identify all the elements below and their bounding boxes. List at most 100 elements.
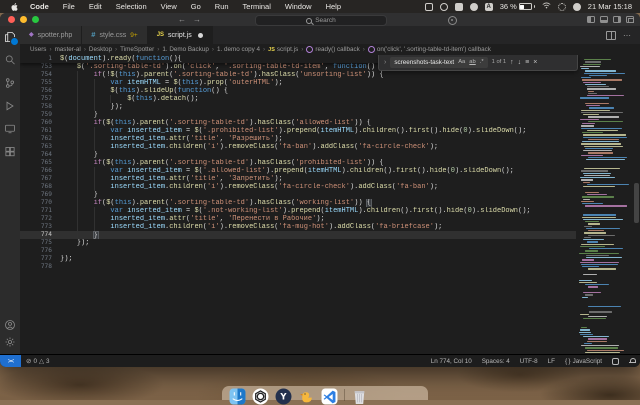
menubar-clock[interactable]: 21 Mar 15:18 bbox=[588, 2, 632, 11]
code-editor[interactable]: 1 $(document).ready(function(){753 $('.so… bbox=[20, 55, 640, 355]
menu-help[interactable]: Help bbox=[319, 0, 348, 13]
find-input[interactable]: screenshots-task-text Aa ab .* bbox=[390, 56, 488, 68]
breadcrumb-item[interactable]: TimeSpotter bbox=[120, 46, 154, 53]
battery-indicator[interactable]: 36 % bbox=[500, 2, 535, 11]
cursor-position[interactable]: Ln 774, Col 10 bbox=[426, 358, 477, 365]
remote-indicator[interactable]: >< bbox=[0, 355, 21, 367]
customize-layout-icon[interactable] bbox=[626, 16, 634, 23]
code-line[interactable]: 763 inserted_item.children('i').removeCl… bbox=[20, 143, 576, 151]
code-line[interactable]: 777}); bbox=[20, 255, 576, 263]
code-line[interactable]: 766 var inserted_item = $('.allowed-list… bbox=[20, 167, 576, 175]
remote-explorer-icon[interactable] bbox=[3, 122, 17, 136]
code-line[interactable]: 755 var itemHTML = $(this).prop('outerHT… bbox=[20, 79, 576, 87]
tab-style.css[interactable]: # style.css 9+ bbox=[82, 26, 148, 44]
menu-file[interactable]: File bbox=[56, 0, 82, 13]
input-source-icon[interactable]: A bbox=[484, 2, 493, 11]
settings-gear-icon[interactable] bbox=[3, 335, 17, 349]
menubar-extra-icon-5[interactable] bbox=[557, 2, 566, 11]
apple-menu-icon[interactable] bbox=[10, 2, 19, 12]
navigate-forward-icon[interactable]: → bbox=[193, 15, 201, 24]
dock-finder-icon[interactable] bbox=[229, 388, 246, 405]
breadcrumb-item[interactable]: ready() callback bbox=[306, 46, 360, 53]
explorer-icon[interactable] bbox=[3, 30, 19, 46]
code-line[interactable]: 772 inserted_item.attr('title', 'Перенес… bbox=[20, 215, 576, 223]
code-line[interactable]: 771 var inserted_item = $('.not-working-… bbox=[20, 207, 576, 215]
dock-trash-icon[interactable] bbox=[351, 388, 368, 405]
code-line[interactable]: 758 }); bbox=[20, 103, 576, 111]
code-line[interactable]: 760 if($(this).parent('.sorting-table-td… bbox=[20, 119, 576, 127]
breadcrumb-item[interactable]: master-al bbox=[55, 46, 81, 53]
menubar-extra-icon-2[interactable] bbox=[439, 2, 448, 11]
menu-window[interactable]: Window bbox=[278, 0, 319, 13]
code-line[interactable]: 756 $(this).slideUp(function() { bbox=[20, 87, 576, 95]
close-window-button[interactable] bbox=[8, 16, 15, 23]
run-debug-icon[interactable] bbox=[3, 99, 17, 113]
accounts-icon[interactable] bbox=[3, 318, 17, 332]
modified-dot-icon[interactable] bbox=[197, 32, 203, 38]
toggle-secondary-sidebar-icon[interactable] bbox=[613, 16, 621, 23]
dock-cyberduck-icon[interactable] bbox=[298, 388, 315, 405]
menu-view[interactable]: View bbox=[154, 0, 184, 13]
breadcrumb-item[interactable]: JS script.js bbox=[268, 46, 298, 53]
code-line[interactable]: 754 if(!$(this).parent('.sorting-table-t… bbox=[20, 71, 576, 79]
close-find-icon[interactable]: × bbox=[533, 59, 537, 66]
extensions-icon[interactable] bbox=[3, 145, 17, 159]
menubar-extra-icon-4[interactable] bbox=[469, 2, 478, 11]
code-line[interactable]: 767 inserted_item.attr('title', 'Запрети… bbox=[20, 175, 576, 183]
find-previous-icon[interactable]: ↑ bbox=[510, 59, 514, 66]
menu-run[interactable]: Run bbox=[208, 0, 236, 13]
menu-terminal[interactable]: Terminal bbox=[236, 0, 278, 13]
menubar-extra-icon-3[interactable] bbox=[454, 2, 463, 11]
breadcrumb-item[interactable]: on('click', '.sorting-table-td-item') ca… bbox=[367, 46, 491, 53]
breadcrumb-item[interactable]: 1. demo copy 4 bbox=[217, 46, 260, 53]
menubar-extra-icon-1[interactable] bbox=[424, 2, 433, 11]
notifications-bell-icon[interactable] bbox=[624, 358, 640, 364]
user-switcher-icon[interactable] bbox=[572, 2, 581, 11]
code-line[interactable]: 757 $(this).detach(); bbox=[20, 95, 576, 103]
menu-selection[interactable]: Selection bbox=[109, 0, 154, 13]
regex-toggle[interactable]: .* bbox=[480, 59, 484, 65]
menu-go[interactable]: Go bbox=[184, 0, 208, 13]
dock-chatgpt-icon[interactable] bbox=[252, 388, 269, 405]
code-line[interactable]: 776 bbox=[20, 247, 576, 255]
code-line[interactable]: 773 inserted_item.children('i').removeCl… bbox=[20, 223, 576, 231]
language-mode[interactable]: { } JavaScript bbox=[560, 358, 607, 365]
breadcrumb-item[interactable]: Desktop bbox=[89, 46, 112, 53]
minimize-window-button[interactable] bbox=[20, 16, 27, 23]
code-line[interactable]: 761 var inserted_item = $('.prohibited-l… bbox=[20, 127, 576, 135]
titlebar-account-icon[interactable] bbox=[448, 16, 457, 25]
problems-indicator[interactable]: ⊘ 0 △ 3 bbox=[21, 357, 54, 366]
code-line[interactable]: 764 } bbox=[20, 151, 576, 159]
menu-edit[interactable]: Edit bbox=[82, 0, 109, 13]
encoding-setting[interactable]: UTF-8 bbox=[515, 358, 543, 365]
find-in-selection-icon[interactable]: ≡ bbox=[525, 59, 529, 66]
navigate-back-icon[interactable]: ← bbox=[178, 15, 186, 24]
toggle-panel-icon[interactable] bbox=[600, 16, 608, 23]
menu-app-name[interactable]: Code bbox=[23, 0, 56, 13]
find-next-icon[interactable]: ↓ bbox=[518, 59, 522, 66]
search-view-icon[interactable] bbox=[3, 53, 17, 67]
tab-script.js[interactable]: JS script.js bbox=[147, 26, 213, 44]
zoom-window-button[interactable] bbox=[32, 16, 39, 23]
wifi-icon[interactable] bbox=[542, 2, 551, 11]
code-line[interactable]: 778 bbox=[20, 263, 576, 271]
code-line[interactable]: 775 }); bbox=[20, 239, 576, 247]
minimap[interactable] bbox=[576, 55, 633, 355]
eol-setting[interactable]: LF bbox=[543, 358, 560, 365]
tab-spotter.php[interactable]: ◆ spotter.php bbox=[20, 26, 83, 44]
code-line[interactable]: 762 inserted_item.attr('title', 'Разреши… bbox=[20, 135, 576, 143]
match-case-toggle[interactable]: Aa bbox=[458, 59, 465, 65]
source-control-icon[interactable] bbox=[3, 76, 17, 90]
dock-vscode-icon[interactable] bbox=[321, 388, 338, 405]
indentation-setting[interactable]: Spaces: 4 bbox=[477, 358, 515, 365]
code-line[interactable]: 770 if($(this).parent('.sorting-table-td… bbox=[20, 199, 576, 207]
whole-word-toggle[interactable]: ab bbox=[469, 59, 475, 65]
scrollbar-slider[interactable] bbox=[634, 183, 639, 223]
split-editor-icon[interactable] bbox=[606, 30, 616, 40]
command-center-search[interactable]: Search bbox=[255, 15, 387, 26]
code-line[interactable]: 765 if($(this).parent('.sorting-table-td… bbox=[20, 159, 576, 167]
toggle-replace-icon[interactable]: › bbox=[384, 59, 386, 66]
breadcrumb-item[interactable]: 1. Demo Backup bbox=[162, 46, 209, 53]
code-line[interactable]: 769 } bbox=[20, 191, 576, 199]
code-line[interactable]: 759 } bbox=[20, 111, 576, 119]
